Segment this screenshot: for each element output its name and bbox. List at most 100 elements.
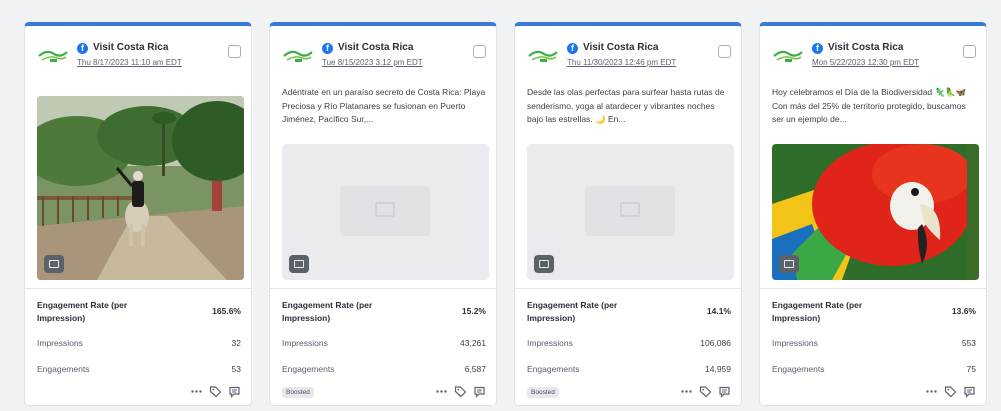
post-card[interactable]: f Visit Costa Rica Mon 5/22/2023 12:30 p… — [759, 22, 987, 406]
engagement-rate-label: Engagement Rate (per Impression) — [282, 300, 373, 323]
image-placeholder-icon — [340, 186, 430, 236]
post-grid: f Visit Costa Rica Thu 8/17/2023 11:10 a… — [24, 22, 987, 406]
visit-costa-rica-logo — [283, 50, 313, 62]
boosted-badge: Boosted — [527, 387, 559, 398]
post-card[interactable]: f Visit Costa Rica Thu 11/30/2023 12:46 … — [514, 22, 742, 406]
select-checkbox[interactable] — [473, 45, 486, 58]
engagements-value: 75 — [966, 364, 976, 374]
image-icon — [44, 255, 64, 273]
post-text: Desde las olas perfectas para surfear ha… — [527, 87, 725, 124]
divider — [25, 288, 251, 289]
image-icon — [779, 255, 799, 273]
impressions-label: Impressions — [282, 338, 328, 348]
impressions-row: Impressions 106,086 — [527, 338, 731, 348]
image-placeholder-icon — [585, 186, 675, 236]
account-name[interactable]: Visit Costa Rica — [828, 42, 903, 53]
engagements-label: Engagements — [772, 364, 825, 374]
divider — [270, 288, 496, 289]
impressions-row: Impressions 32 — [37, 338, 241, 348]
tag-icon[interactable] — [209, 385, 222, 398]
engagement-rate-value: 165.6% — [212, 306, 241, 316]
engagements-label: Engagements — [282, 364, 335, 374]
select-checkbox[interactable] — [718, 45, 731, 58]
impressions-value: 106,086 — [700, 338, 731, 348]
engagement-rate-label: Engagement Rate (per Impression) — [772, 300, 863, 323]
visit-costa-rica-logo — [38, 50, 68, 62]
impressions-label: Impressions — [772, 338, 818, 348]
more-icon[interactable] — [680, 385, 693, 398]
account-name[interactable]: Visit Costa Rica — [338, 42, 413, 53]
image-icon — [534, 255, 554, 273]
photo-macaw — [772, 144, 979, 280]
impressions-value: 553 — [961, 338, 976, 348]
more-icon[interactable] — [925, 385, 938, 398]
engagement-rate-row: Engagement Rate (per Impression) 165.6% — [37, 299, 241, 325]
more-icon[interactable] — [190, 385, 203, 398]
engagement-rate-row: Engagement Rate (per Impression) 13.6% — [772, 299, 976, 325]
post-card[interactable]: f Visit Costa Rica Thu 8/17/2023 11:10 a… — [24, 22, 252, 406]
post-header: f Visit Costa Rica Mon 5/22/2023 12:30 p… — [770, 38, 976, 74]
post-timestamp[interactable]: Tue 8/15/2023 3:12 pm EDT — [322, 58, 423, 67]
engagements-value: 53 — [231, 364, 241, 374]
photo-horse-rider — [37, 96, 244, 280]
post-image[interactable] — [282, 144, 489, 280]
impressions-label: Impressions — [527, 338, 573, 348]
post-timestamp[interactable]: Mon 5/22/2023 12:30 pm EDT — [812, 58, 919, 67]
engagement-rate-row: Engagement Rate (per Impression) 15.2% — [282, 299, 486, 325]
engagement-rate-row: Engagement Rate (per Impression) 14.1% — [527, 299, 731, 325]
post-image[interactable] — [37, 96, 244, 280]
impressions-row: Impressions 553 — [772, 338, 976, 348]
visit-costa-rica-logo — [528, 50, 558, 62]
engagements-value: 6,587 — [464, 364, 486, 374]
boosted-badge: Boosted — [282, 387, 314, 398]
facebook-icon: f — [77, 43, 88, 54]
post-image[interactable] — [527, 144, 734, 280]
post-actions — [772, 385, 976, 401]
facebook-icon: f — [812, 43, 823, 54]
comment-icon[interactable] — [228, 385, 241, 398]
facebook-icon: f — [567, 43, 578, 54]
impressions-row: Impressions 43,261 — [282, 338, 486, 348]
post-actions — [37, 385, 241, 401]
post-text: Adéntrate en un paraíso secreto de Costa… — [282, 87, 486, 124]
comment-icon[interactable] — [963, 385, 976, 398]
account-name[interactable]: Visit Costa Rica — [93, 42, 168, 53]
post-text: Hoy celebramos el Día de la Biodiversida… — [772, 87, 967, 124]
post-actions: Boosted — [282, 385, 486, 401]
engagements-row: Engagements 75 — [772, 364, 976, 374]
post-card[interactable]: f Visit Costa Rica Tue 8/15/2023 3:12 pm… — [269, 22, 497, 406]
impressions-value: 32 — [231, 338, 241, 348]
engagement-rate-value: 13.6% — [951, 306, 976, 316]
engagements-value: 14,959 — [705, 364, 731, 374]
engagement-rate-value: 14.1% — [706, 306, 731, 316]
select-checkbox[interactable] — [963, 45, 976, 58]
divider — [760, 288, 986, 289]
tag-icon[interactable] — [699, 385, 712, 398]
post-header: f Visit Costa Rica Thu 8/17/2023 11:10 a… — [35, 38, 241, 74]
engagements-row: Engagements 14,959 — [527, 364, 731, 374]
engagements-row: Engagements 6,587 — [282, 364, 486, 374]
tag-icon[interactable] — [454, 385, 467, 398]
post-header: f Visit Costa Rica Thu 11/30/2023 12:46 … — [525, 38, 731, 74]
engagement-rate-value: 15.2% — [461, 306, 486, 316]
tag-icon[interactable] — [944, 385, 957, 398]
select-checkbox[interactable] — [228, 45, 241, 58]
account-name[interactable]: Visit Costa Rica — [583, 42, 658, 53]
visit-costa-rica-logo — [773, 50, 803, 62]
impressions-label: Impressions — [37, 338, 83, 348]
engagements-label: Engagements — [527, 364, 580, 374]
post-actions: Boosted — [527, 385, 731, 401]
comment-icon[interactable] — [718, 385, 731, 398]
engagements-label: Engagements — [37, 364, 90, 374]
post-header: f Visit Costa Rica Tue 8/15/2023 3:12 pm… — [280, 38, 486, 74]
post-timestamp[interactable]: Thu 11/30/2023 12:46 pm EDT — [567, 58, 676, 67]
post-image[interactable] — [772, 144, 979, 280]
impressions-value: 43,261 — [460, 338, 486, 348]
engagement-rate-label: Engagement Rate (per Impression) — [527, 300, 618, 323]
more-icon[interactable] — [435, 385, 448, 398]
facebook-icon: f — [322, 43, 333, 54]
image-icon — [289, 255, 309, 273]
comment-icon[interactable] — [473, 385, 486, 398]
post-timestamp[interactable]: Thu 8/17/2023 11:10 am EDT — [77, 58, 182, 67]
engagement-rate-label: Engagement Rate (per Impression) — [37, 300, 128, 323]
